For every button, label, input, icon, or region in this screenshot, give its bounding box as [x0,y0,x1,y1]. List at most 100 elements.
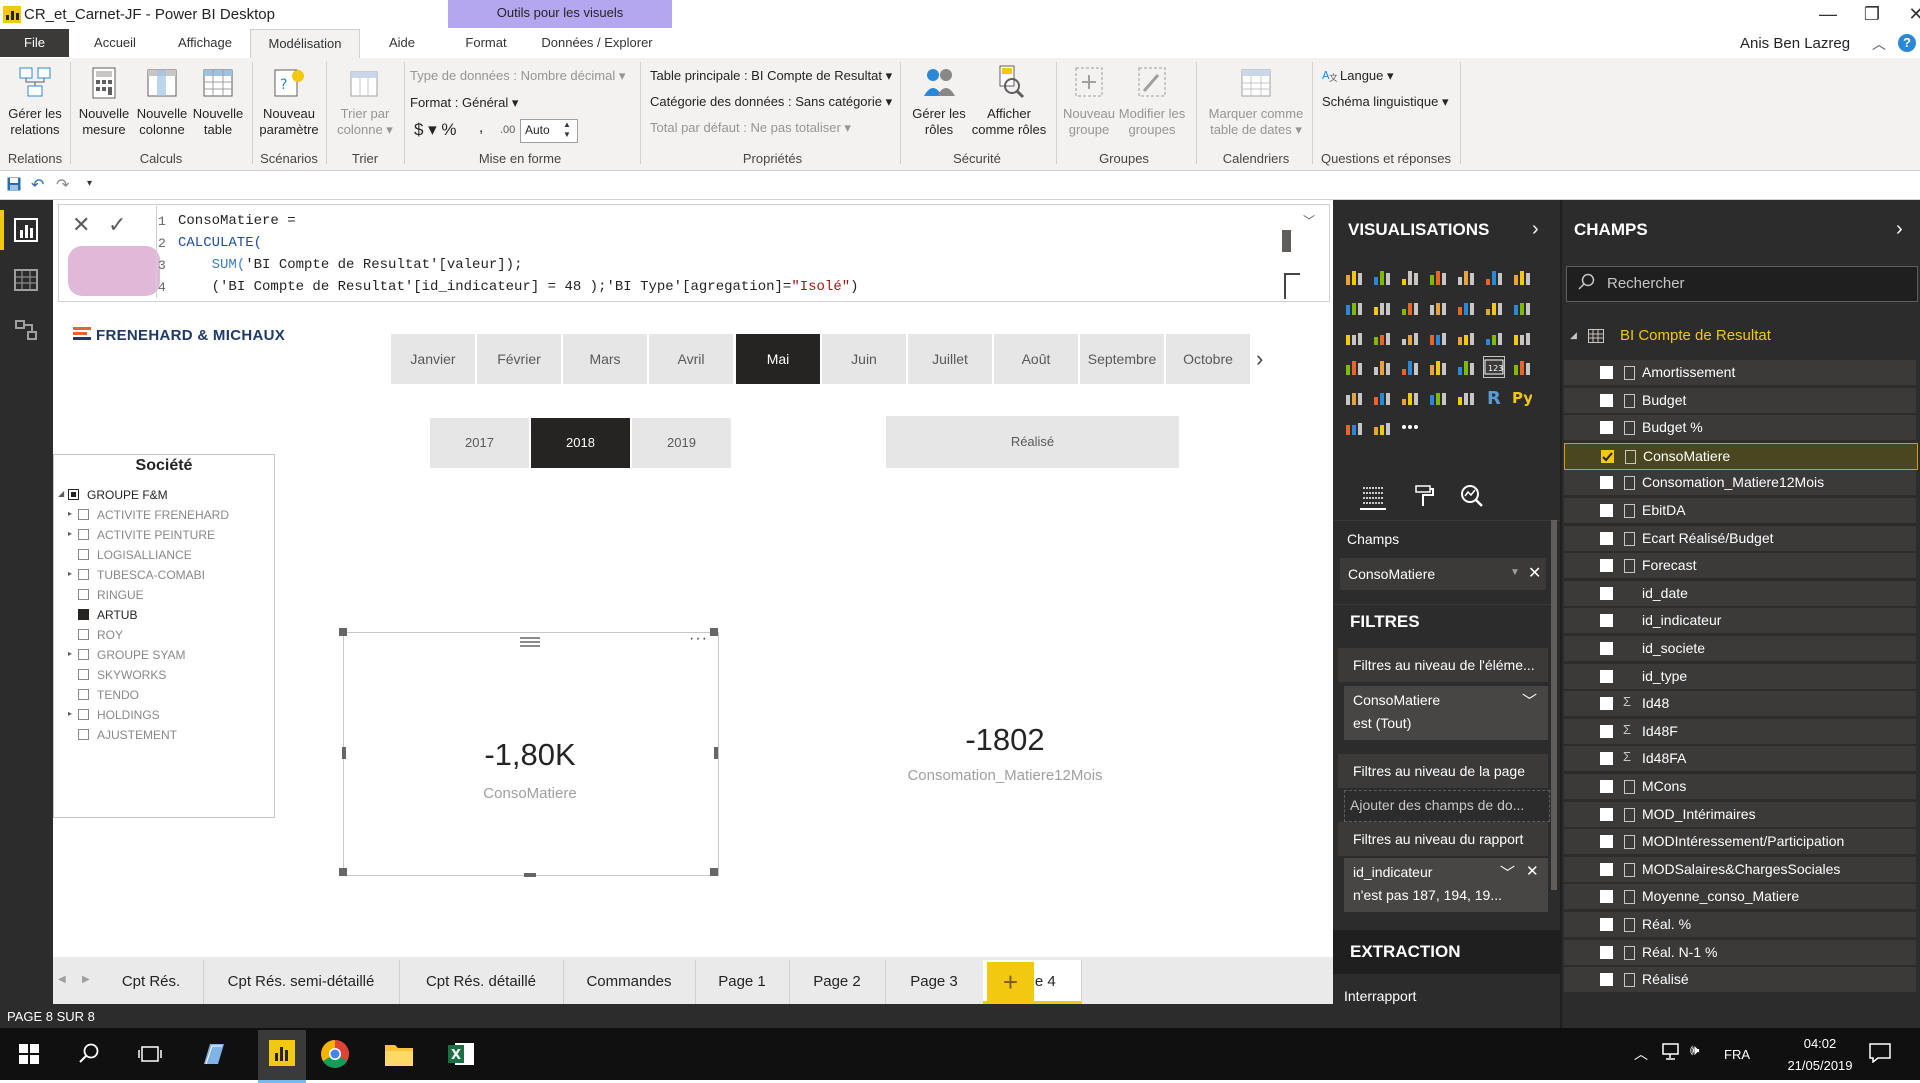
resize-handle[interactable] [524,873,536,877]
field-checkbox[interactable] [1600,586,1613,600]
checkbox[interactable] [78,729,89,740]
tab-affichage[interactable]: Affichage [165,29,245,57]
collapse-arrow-icon[interactable]: ◢ [58,489,64,498]
field-checkbox[interactable] [1600,918,1613,931]
visual-type-icon[interactable] [1400,327,1420,347]
checkbox[interactable] [78,689,89,700]
commit-formula-icon[interactable]: ✓ [108,212,126,238]
field-item[interactable]: MODSalaires&ChargesSociales [1564,856,1916,882]
visual-type-icon[interactable] [1400,297,1420,317]
field-item[interactable]: id_type [1564,663,1916,689]
add-page-button[interactable]: + [987,962,1034,1002]
visual-type-icon[interactable] [1484,297,1504,317]
field-item[interactable]: Σ Id48F [1564,718,1916,744]
expand-arrow-icon[interactable]: ▸ [68,509,72,518]
tab-format[interactable]: Format [452,29,520,57]
home-table-dropdown[interactable]: Table principale : BI Compte de Resultat… [650,68,892,84]
societe-item[interactable]: ROY [66,627,256,643]
remove-filter-icon[interactable]: ✕ [1526,862,1539,880]
month-button[interactable]: Juin [822,334,906,384]
minimize-button[interactable]: — [1806,0,1850,28]
page-tab[interactable]: Page 1 [695,960,790,1004]
expand-arrow-icon[interactable]: ▸ [68,569,72,578]
page-tab[interactable]: Commandes [563,960,696,1004]
field-table-header[interactable]: ◢ BI Compte de Resultat [1564,322,1916,350]
checkbox[interactable] [78,569,89,580]
field-checkbox[interactable] [1600,835,1613,849]
field-item[interactable]: EbitDA [1564,498,1916,523]
visual-type-icon[interactable] [1512,267,1532,287]
default-summarization-dropdown[interactable]: Total par défaut : Ne pas totaliser ▾ [650,120,851,136]
formula-scrollbar[interactable] [1282,230,1291,252]
undo-icon[interactable]: ↶ [31,175,44,195]
remove-field-icon[interactable]: ✕ [1528,563,1541,583]
resize-handle[interactable] [710,628,718,636]
visual-type-icon[interactable] [1428,387,1448,407]
resize-grip-icon[interactable] [1284,273,1300,299]
expand-arrow-icon[interactable]: ▸ [68,649,72,658]
visual-type-icon[interactable] [1344,387,1364,407]
field-item[interactable]: id_date [1564,580,1916,606]
chrome-icon[interactable] [320,1039,350,1069]
visual-type-icon[interactable] [1344,297,1364,317]
field-item[interactable]: MODIntéressement/Participation [1564,829,1916,855]
month-button[interactable]: Janvier [391,334,475,384]
field-checkbox[interactable] [1600,890,1613,904]
tab-aide[interactable]: Aide [372,29,432,57]
new-group-button[interactable]: Nouveau groupe [1060,64,1118,138]
field-checkbox[interactable] [1600,421,1613,435]
expand-formula-icon[interactable]: ﹀ [1303,212,1315,229]
page-tab[interactable]: Cpt Rés. semi-détaillé [203,960,400,1004]
month-button[interactable]: Mai [736,334,820,384]
manage-relations-button[interactable]: Gérer les relations [6,64,64,138]
visual-type-icon[interactable] [1456,327,1476,347]
manage-roles-button[interactable]: Gérer les rôles [906,64,972,138]
resize-handle[interactable] [710,868,718,876]
dropdown-arrow-icon[interactable]: ▼ [1510,567,1520,578]
model-view-icon[interactable] [14,318,38,342]
month-button[interactable]: Juillet [908,334,992,384]
visual-type-icon[interactable] [1400,267,1420,287]
save-icon[interactable] [7,177,21,191]
format-dropdown[interactable]: Format : Général ▾ [410,95,518,111]
field-checkbox[interactable] [1600,669,1613,683]
report-view-icon[interactable] [14,218,38,242]
help-icon[interactable]: ? [1898,34,1916,52]
visual-type-icon[interactable] [1372,387,1392,407]
realise-button[interactable]: Réalisé [886,416,1179,468]
checkbox[interactable] [78,549,89,560]
visual-type-icon[interactable] [1428,297,1448,317]
champs-well[interactable]: ConsoMatiere ▼ ✕ [1340,558,1546,590]
notes-app-icon[interactable] [199,1040,227,1068]
month-button[interactable]: Octobre [1166,334,1250,384]
data-type-dropdown[interactable]: Type de données : Nombre décimal ▾ [410,68,625,84]
month-button[interactable]: Août [994,334,1078,384]
tab-modelisation[interactable]: Modélisation [250,29,360,58]
year-button[interactable]: 2017 [430,418,529,468]
checkbox[interactable] [78,529,89,540]
new-measure-button[interactable]: Nouvelle mesure [76,64,132,138]
checkbox[interactable] [78,709,89,720]
visual-type-icon[interactable] [1428,267,1448,287]
notifications-icon[interactable] [1869,1043,1891,1064]
field-item[interactable]: Forecast [1564,553,1916,579]
societe-item[interactable]: ▸ ACTIVITE FRENEHARD [66,507,256,523]
field-checkbox[interactable] [1600,642,1613,655]
visual-type-icon[interactable] [1400,357,1420,377]
visual-type-icon[interactable] [1344,327,1364,347]
year-button[interactable]: 2018 [531,418,630,468]
field-item[interactable]: Σ Id48 [1564,691,1916,717]
field-item[interactable]: Ecart Réalisé/Budget [1564,525,1916,551]
field-checkbox[interactable] [1600,780,1613,793]
visual-type-icon[interactable] [1400,387,1420,407]
field-checkbox[interactable] [1600,724,1613,738]
visual-type-icon[interactable] [1428,327,1448,347]
data-category-dropdown[interactable]: Catégorie des données : Sans catégorie ▾ [650,94,892,110]
month-button[interactable]: Septembre [1080,334,1164,384]
network-icon[interactable] [1662,1043,1682,1061]
checkbox-partial[interactable] [68,489,79,500]
field-checkbox[interactable] [1600,366,1613,379]
visual-type-icon[interactable] [1512,297,1532,317]
checkbox[interactable] [78,589,89,600]
resize-handle[interactable] [339,628,347,636]
